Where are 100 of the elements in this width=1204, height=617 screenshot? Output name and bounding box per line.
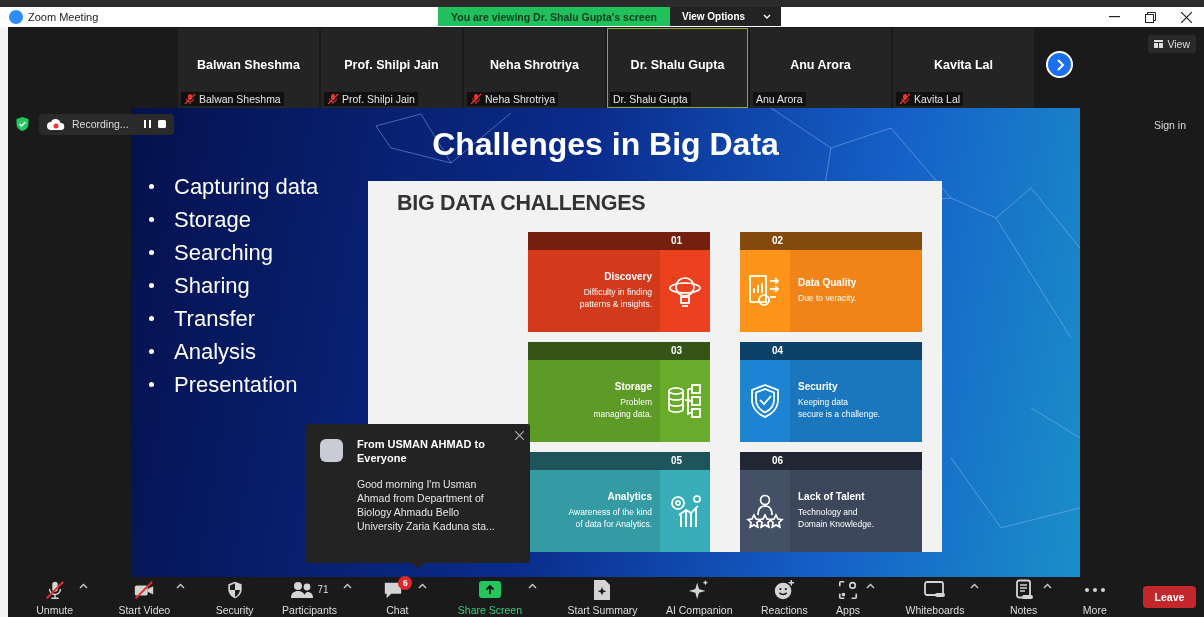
toolbar-button[interactable]: Security xyxy=(215,578,254,616)
participant-name: Anu Arora xyxy=(790,58,851,73)
toolbar-button[interactable]: Reactions xyxy=(760,578,808,616)
bullet-text: Presentation xyxy=(174,371,298,398)
toolbar-button[interactable]: More xyxy=(1082,578,1107,616)
pause-icon[interactable] xyxy=(143,120,151,129)
participant-name: Kavita Lal xyxy=(933,58,994,73)
bullet-icon xyxy=(149,217,154,223)
challenge-description: Technology and Domain Knowledge. xyxy=(798,506,875,531)
challenge-number: 04 xyxy=(772,344,784,356)
toolbar-button[interactable]: Start Summary xyxy=(567,578,638,616)
share-screen-icon xyxy=(478,581,501,599)
whiteboard-icon xyxy=(922,579,947,600)
challenge-number: 01 xyxy=(670,234,682,246)
chevron-down-icon xyxy=(763,14,772,19)
toolbar-button[interactable]: 71 Participants xyxy=(282,578,337,616)
chat-message: Good morning I'm Usman Ahmad from Department of Biology Ahmadu Bello University Zaria Kaduna sta... xyxy=(357,476,496,533)
close-icon[interactable] xyxy=(1181,11,1192,23)
challenge-description: Difficulty in finding patterns & insights. xyxy=(579,286,652,311)
bullet-icon xyxy=(149,184,154,190)
apps-icon xyxy=(837,578,860,601)
challenge-title: Discovery xyxy=(604,271,652,283)
minimize-icon[interactable] xyxy=(1109,16,1120,18)
challenge-description: Due to veracity. xyxy=(798,292,857,305)
shield-check-icon xyxy=(749,382,781,419)
zoom-logo-icon xyxy=(9,10,23,24)
microphone-icon xyxy=(43,578,66,601)
toolbar-button[interactable]: AI Companion xyxy=(665,578,733,616)
challenge-number: 02 xyxy=(772,234,784,246)
bullet-text: Sharing xyxy=(174,272,250,299)
challenge-description: Keeping data secure is a challenge. xyxy=(798,396,881,421)
bullet-icon xyxy=(149,316,154,322)
participant-label: Prof. Shilpi Jain xyxy=(324,91,418,106)
window-title: Zoom Meeting xyxy=(28,11,99,23)
toolbar-button[interactable]: 6 Chat xyxy=(382,578,413,616)
more-dots-icon xyxy=(1083,586,1106,593)
next-page-button[interactable] xyxy=(1046,51,1073,78)
bullet-text: Storage xyxy=(174,206,252,233)
participant-name: Neha Shrotriya xyxy=(490,58,579,73)
participant-label: Anu Arora xyxy=(753,91,806,106)
participant-label: Neha Shrotriya xyxy=(467,91,559,106)
participant-label: Kavita Lal xyxy=(896,91,964,106)
challenge-title: Security xyxy=(798,381,838,393)
view-button[interactable]: View xyxy=(1148,35,1196,53)
toolbar-button[interactable]: Share Screen xyxy=(457,578,523,616)
screen-share-banner: You are viewing Dr. Shalu Gupta's screen xyxy=(438,7,670,26)
cloud-record-icon xyxy=(47,118,65,131)
smiley-plus-icon xyxy=(773,578,796,601)
bullet-text: Analysis xyxy=(174,338,256,365)
challenge-title: Data Quality xyxy=(798,277,857,289)
participant-name: Balwan Sheshma xyxy=(197,58,300,73)
toolbar-button[interactable]: Apps xyxy=(836,578,861,616)
slide-title: Challenges in Big Data xyxy=(431,125,780,163)
participant-tile[interactable]: Prof. Shilpi Jain Prof. Shilpi Jain xyxy=(321,28,462,108)
chat-sender: From USMAN AHMAD to Everyone xyxy=(357,436,486,465)
bullet-icon xyxy=(149,382,154,388)
challenge-title: Analytics xyxy=(607,491,652,503)
participant-name: Prof. Shilpi Jain xyxy=(344,58,439,73)
recording-label: Recording... xyxy=(72,118,129,131)
participant-tile[interactable]: Kavita Lal Kavita Lal xyxy=(893,28,1034,108)
restore-icon[interactable] xyxy=(1145,11,1156,23)
sparkle-icon xyxy=(688,578,711,601)
toolbar-button[interactable]: Unmute xyxy=(36,578,73,616)
infographic-title: BIG DATA CHALLENGES xyxy=(397,190,647,216)
participant-count: 71 xyxy=(317,584,329,596)
participant-label: Dr. Shalu Gupta xyxy=(610,91,691,106)
challenge-number: 06 xyxy=(772,454,784,466)
challenge-description: Awareness of the kind of data for Analytics. xyxy=(568,506,652,531)
database-icon xyxy=(667,382,703,419)
toolbar-button[interactable]: Start Video xyxy=(118,578,171,616)
stop-icon[interactable] xyxy=(157,120,166,129)
challenge-description: Problem managing data. xyxy=(593,396,652,421)
bullet-text: Capturing data xyxy=(174,173,319,200)
participant-tile[interactable]: Dr. Shalu Gupta Dr. Shalu Gupta xyxy=(607,28,748,108)
view-options-button[interactable]: View Options xyxy=(669,7,782,26)
participant-tile[interactable]: Anu Arora Anu Arora xyxy=(750,28,891,108)
challenge-number: 03 xyxy=(670,344,682,356)
challenge-title: Lack of Talent xyxy=(798,491,865,503)
participant-tile[interactable]: Balwan Sheshma Balwan Sheshma xyxy=(178,28,319,108)
bullet-icon xyxy=(149,283,154,289)
leave-button[interactable]: Leave xyxy=(1143,586,1196,609)
bullet-icon xyxy=(149,349,154,355)
document-sparkle-icon xyxy=(592,578,613,601)
bullet-text: Transfer xyxy=(174,305,256,332)
bullet-text: Searching xyxy=(174,239,274,266)
person-stars-icon xyxy=(746,492,784,529)
participant-label: Balwan Sheshma xyxy=(181,91,284,106)
bullet-icon xyxy=(149,250,154,256)
participant-name: Dr. Shalu Gupta xyxy=(630,58,725,73)
toolbar-button[interactable]: Notes xyxy=(1009,578,1038,616)
people-icon xyxy=(290,579,315,600)
sign-in-link[interactable]: Sign in xyxy=(1147,117,1192,132)
chevron-right-icon xyxy=(1054,58,1065,71)
challenge-title: Storage xyxy=(614,381,652,393)
participant-tile[interactable]: Neha Shrotriya Neha Shrotriya xyxy=(464,28,605,108)
avatar-icon xyxy=(320,438,343,462)
notes-icon xyxy=(1013,578,1034,601)
toolbar-button[interactable]: Whiteboards xyxy=(905,578,965,616)
challenge-number: 05 xyxy=(670,454,682,466)
security-shield-icon xyxy=(16,117,29,132)
